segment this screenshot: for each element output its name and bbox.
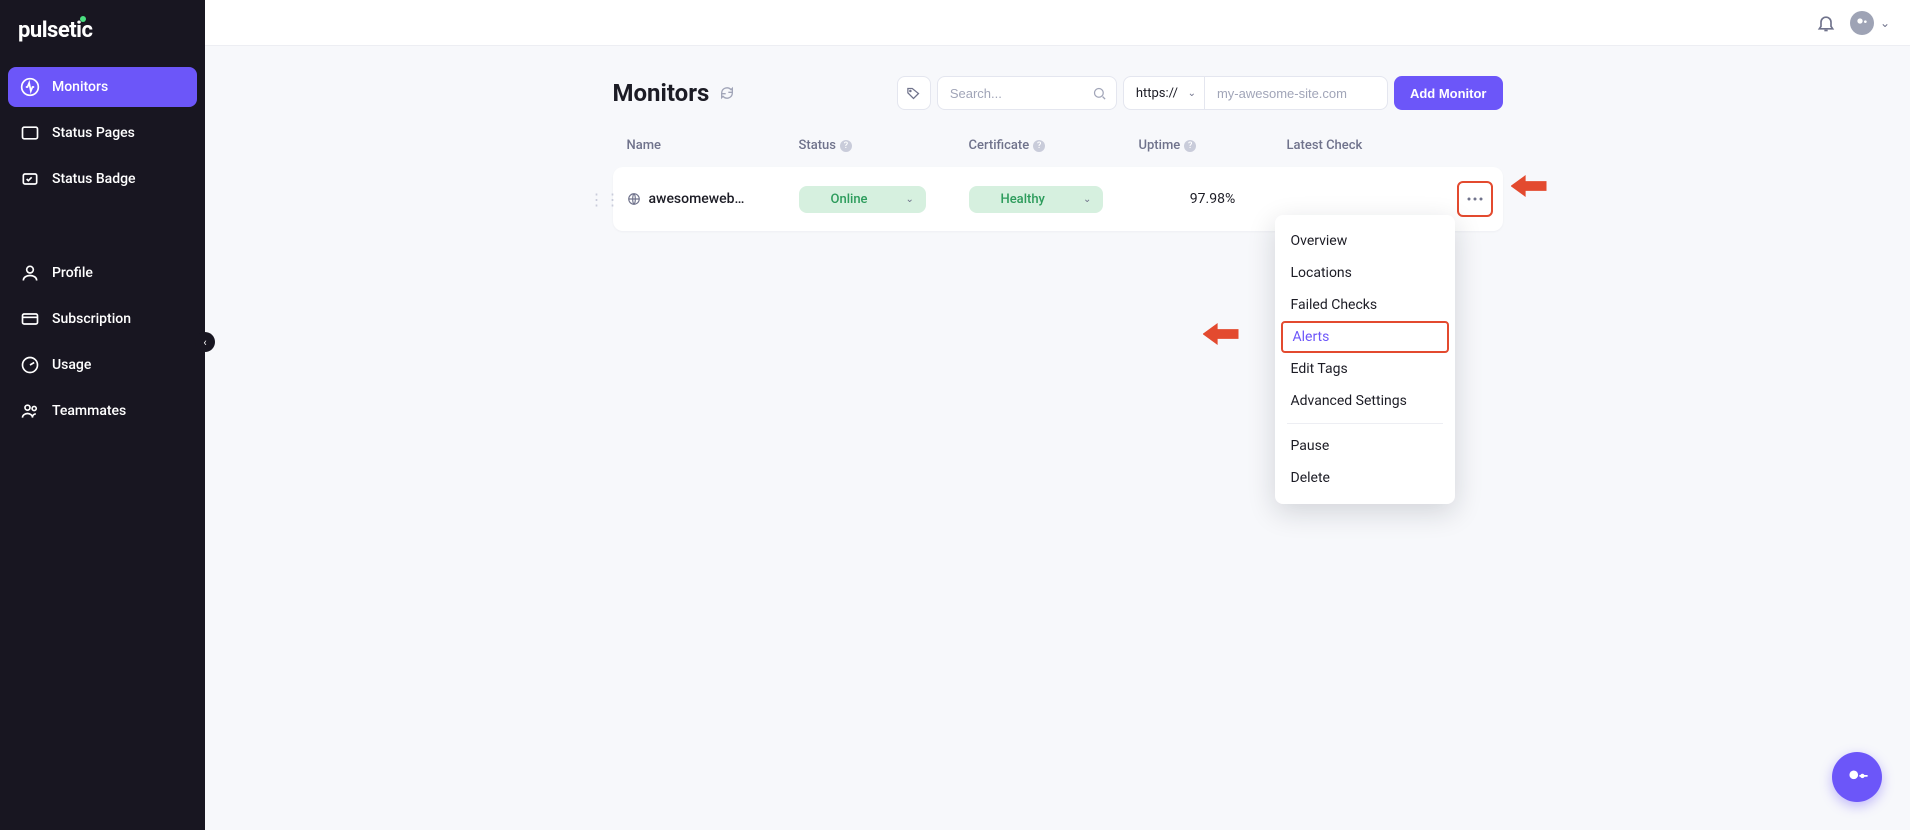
chat-fab[interactable] bbox=[1832, 752, 1882, 802]
sidebar-item-usage[interactable]: Usage bbox=[8, 345, 197, 385]
annotation-arrow-icon bbox=[1203, 323, 1239, 345]
page-title: Monitors bbox=[613, 79, 710, 107]
chat-icon bbox=[1844, 764, 1870, 790]
user-menu[interactable]: ⌄ bbox=[1850, 11, 1890, 35]
refresh-icon[interactable] bbox=[719, 85, 735, 101]
dd-item-pause[interactable]: Pause bbox=[1275, 430, 1455, 462]
search-icon bbox=[1092, 86, 1107, 101]
user-icon bbox=[20, 263, 40, 283]
nav-primary: Monitors Status Pages Status Badge bbox=[0, 67, 205, 205]
th-latest-check: Latest Check bbox=[1287, 138, 1489, 153]
sidebar-collapse-button[interactable]: ‹ bbox=[195, 332, 215, 352]
search-input[interactable] bbox=[937, 76, 1117, 110]
table-row-wrap: ⋮⋮ awesomewebs... Online ⌄ bbox=[613, 167, 1503, 231]
cell-name: awesomewebs... bbox=[627, 191, 799, 207]
pulse-icon bbox=[20, 77, 40, 97]
logo: pulsetic bbox=[0, 0, 205, 67]
th-uptime: Uptime ? bbox=[1139, 138, 1287, 153]
help-icon[interactable]: ? bbox=[1033, 140, 1045, 152]
card-icon bbox=[20, 309, 40, 329]
sidebar-item-status-badge[interactable]: Status Badge bbox=[8, 159, 197, 199]
sidebar-item-teammates[interactable]: Teammates bbox=[8, 391, 197, 431]
avatar bbox=[1850, 11, 1874, 35]
team-icon bbox=[20, 401, 40, 421]
cell-latest bbox=[1287, 181, 1489, 217]
th-certificate: Certificate ? bbox=[969, 138, 1139, 153]
chevron-down-icon: ⌄ bbox=[1880, 16, 1890, 30]
dd-item-locations[interactable]: Locations bbox=[1275, 257, 1455, 289]
tag-icon bbox=[906, 86, 921, 101]
add-monitor-button[interactable]: Add Monitor bbox=[1394, 76, 1503, 110]
row-actions-button[interactable] bbox=[1457, 181, 1493, 217]
sidebar-item-label: Monitors bbox=[52, 79, 108, 95]
monitor-name: awesomewebs... bbox=[649, 191, 749, 207]
tag-filter-button[interactable] bbox=[897, 76, 931, 110]
cell-status: Online ⌄ bbox=[799, 186, 969, 213]
sidebar-item-label: Status Pages bbox=[52, 125, 135, 141]
sidebar: pulsetic Monitors Status Pages Status Ba… bbox=[0, 0, 205, 830]
table-header-row: Name Status ? Certificate ? Uptime ? Lat… bbox=[613, 128, 1503, 167]
bell-icon[interactable] bbox=[1816, 13, 1836, 33]
dd-item-alerts[interactable]: Alerts bbox=[1281, 321, 1449, 353]
topbar: ⌄ bbox=[205, 0, 1910, 46]
drag-handle-icon[interactable]: ⋮⋮ bbox=[589, 190, 621, 209]
logo-dot-icon bbox=[80, 16, 86, 22]
status-pill[interactable]: Online ⌄ bbox=[799, 186, 926, 213]
help-icon[interactable]: ? bbox=[840, 140, 852, 152]
toolbar: https:// ⌄ Add Monitor bbox=[897, 76, 1503, 110]
dd-item-delete[interactable]: Delete bbox=[1275, 462, 1455, 494]
dd-item-failed-checks[interactable]: Failed Checks bbox=[1275, 289, 1455, 321]
dots-horizontal-icon bbox=[1467, 197, 1483, 201]
sidebar-item-label: Usage bbox=[52, 357, 91, 373]
th-status: Status ? bbox=[799, 138, 969, 153]
sidebar-item-label: Profile bbox=[52, 265, 93, 281]
header-row: Monitors https:// ⌄ bbox=[613, 76, 1503, 110]
avatar-user-icon bbox=[1854, 15, 1870, 31]
help-icon[interactable]: ? bbox=[1184, 140, 1196, 152]
th-name: Name bbox=[627, 138, 799, 153]
sidebar-item-profile[interactable]: Profile bbox=[8, 253, 197, 293]
main: ⌄ Monitors bbox=[205, 0, 1910, 830]
gauge-icon bbox=[20, 355, 40, 375]
row-actions-dropdown: Overview Locations Failed Checks Alerts … bbox=[1275, 215, 1455, 504]
sidebar-item-subscription[interactable]: Subscription bbox=[8, 299, 197, 339]
sidebar-item-label: Subscription bbox=[52, 311, 131, 327]
site-url-input[interactable] bbox=[1204, 76, 1388, 110]
sidebar-item-monitors[interactable]: Monitors bbox=[8, 67, 197, 107]
sidebar-item-label: Status Badge bbox=[52, 171, 136, 187]
sidebar-item-label: Teammates bbox=[52, 403, 126, 419]
dropdown-separator bbox=[1287, 423, 1443, 424]
chevron-down-icon: ⌄ bbox=[1188, 88, 1196, 99]
sidebar-item-status-pages[interactable]: Status Pages bbox=[8, 113, 197, 153]
badge-icon bbox=[20, 169, 40, 189]
cell-certificate: Healthy ⌄ bbox=[969, 186, 1139, 213]
chevron-left-icon: ‹ bbox=[203, 336, 206, 349]
globe-icon bbox=[627, 192, 641, 206]
certificate-pill[interactable]: Healthy ⌄ bbox=[969, 186, 1104, 213]
cell-uptime: 97.98% bbox=[1139, 191, 1287, 207]
monitors-table: Name Status ? Certificate ? Uptime ? Lat… bbox=[613, 128, 1503, 231]
dd-item-advanced[interactable]: Advanced Settings bbox=[1275, 385, 1455, 417]
protocol-select[interactable]: https:// ⌄ bbox=[1123, 76, 1204, 110]
content: Monitors https:// ⌄ bbox=[205, 46, 1910, 830]
nav-secondary: Profile Subscription Usage Teammates bbox=[0, 253, 205, 437]
annotation-arrow-icon bbox=[1511, 175, 1547, 197]
window-icon bbox=[20, 123, 40, 143]
chevron-down-icon: ⌄ bbox=[1083, 194, 1091, 205]
dd-item-edit-tags[interactable]: Edit Tags bbox=[1275, 353, 1455, 385]
dd-item-overview[interactable]: Overview bbox=[1275, 225, 1455, 257]
chevron-down-icon: ⌄ bbox=[906, 194, 914, 205]
